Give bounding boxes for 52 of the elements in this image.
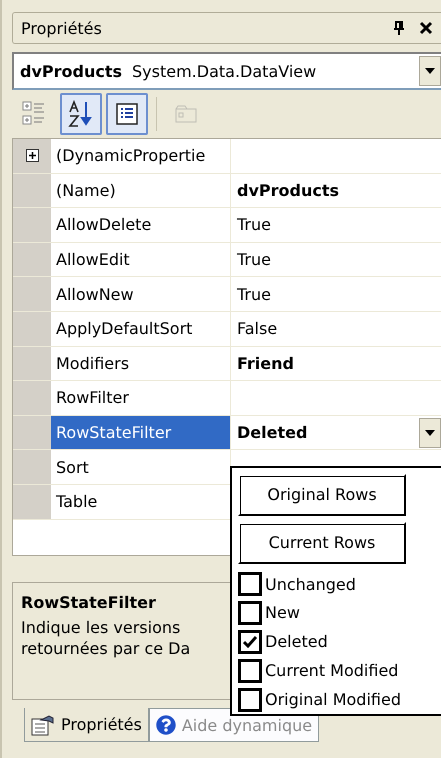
description-text: Indique les versions bbox=[21, 618, 180, 637]
toolbar-button[interactable] bbox=[60, 93, 102, 135]
option-button[interactable]: Original Rows bbox=[238, 474, 406, 516]
expand-icon[interactable] bbox=[26, 149, 38, 162]
sort-alphabetical-icon bbox=[68, 100, 94, 128]
dropdown-button[interactable] bbox=[419, 56, 441, 86]
property-pages-icon bbox=[174, 104, 198, 124]
caret-icon bbox=[425, 430, 435, 436]
pin-icon[interactable] bbox=[393, 21, 405, 35]
checkbox[interactable] bbox=[238, 572, 262, 596]
object-type: System.Data.DataView bbox=[132, 62, 318, 80]
description-text: retournées par ce Da bbox=[21, 639, 190, 658]
checkbox[interactable] bbox=[238, 600, 262, 625]
object-selector[interactable]: dvProducts System.Data.DataView bbox=[12, 52, 441, 90]
property-value[interactable]: True bbox=[237, 284, 441, 304]
row-gutter bbox=[13, 242, 51, 276]
checkbox[interactable] bbox=[238, 658, 262, 683]
property-value[interactable]: Friend bbox=[237, 354, 441, 373]
properties-icon bbox=[31, 714, 55, 736]
checkbox-label: New bbox=[265, 603, 300, 622]
help-icon bbox=[156, 715, 176, 735]
property-value[interactable]: Deleted bbox=[237, 423, 419, 442]
checkbox-label: Deleted bbox=[265, 632, 328, 652]
row-gutter bbox=[13, 346, 51, 380]
checkbox[interactable] bbox=[238, 630, 262, 654]
property-name[interactable]: RowStateFilter bbox=[51, 416, 231, 450]
row-gutter bbox=[13, 484, 51, 519]
description-title: RowStateFilter bbox=[21, 593, 156, 612]
checkbox-label: Original Modified bbox=[265, 690, 401, 710]
checkmark-icon bbox=[243, 636, 257, 648]
property-value[interactable]: dvProducts bbox=[237, 180, 441, 200]
row-gutter bbox=[13, 208, 51, 242]
row-gutter bbox=[13, 381, 51, 415]
checkbox[interactable] bbox=[238, 688, 262, 712]
value-dropdown-button[interactable] bbox=[419, 418, 441, 448]
caret-icon bbox=[425, 68, 435, 74]
object-name: dvProducts bbox=[20, 62, 122, 80]
property-value[interactable]: True bbox=[237, 250, 441, 270]
properties-list-icon bbox=[116, 103, 138, 125]
row-gutter bbox=[13, 450, 51, 484]
panel-tab[interactable]: Propriétés bbox=[24, 708, 149, 742]
option-button[interactable]: Current Rows bbox=[238, 522, 406, 564]
row-gutter bbox=[13, 312, 51, 346]
property-value[interactable]: True bbox=[237, 215, 441, 234]
window-title: Propriétés bbox=[21, 18, 103, 38]
close-icon[interactable] bbox=[419, 21, 433, 35]
row-gutter bbox=[13, 277, 51, 311]
checkbox-label: Unchanged bbox=[265, 574, 356, 594]
row-gutter bbox=[13, 416, 51, 450]
checkbox-label: Current Modified bbox=[265, 661, 398, 680]
property-value[interactable]: False bbox=[237, 319, 441, 338]
toolbar-button[interactable] bbox=[106, 93, 148, 135]
